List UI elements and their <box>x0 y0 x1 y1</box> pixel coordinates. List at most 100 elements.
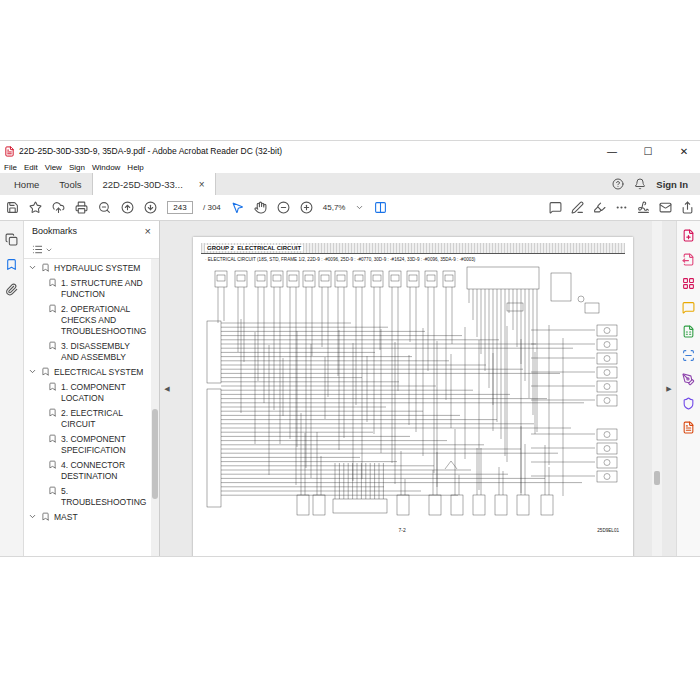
tab-bar: HomeTools22D-25D-30D-33...× Sign In <box>0 173 700 195</box>
tab[interactable]: 22D-25D-30D-33...× <box>92 173 216 195</box>
window-control[interactable]: ☐ <box>632 146 664 157</box>
zoom-value[interactable]: 45,7% <box>323 203 346 212</box>
bookmark-icon <box>48 304 57 313</box>
zoom-dropdown-icon[interactable] <box>355 203 364 212</box>
organize-pages-icon[interactable] <box>682 277 695 290</box>
pdf-icon <box>4 146 15 157</box>
pages-icon[interactable] <box>5 233 18 246</box>
mail-icon[interactable] <box>659 201 672 214</box>
pdf-page: GROUP 2 ELECTRICAL CIRCUIT· ELECTRICAL C… <box>193 237 633 556</box>
bookmark-icon <box>48 341 57 350</box>
create-pdf-icon[interactable] <box>682 229 695 242</box>
bookmark-item[interactable]: 2. OPERATIONAL CHECKS AND TROUBLESHOOTIN… <box>24 302 151 339</box>
bookmark-group[interactable]: MAST <box>24 510 151 525</box>
signature-icon[interactable] <box>637 201 650 214</box>
top-margin <box>0 0 700 140</box>
bookmark-item[interactable]: 3. COMPONENT SPECIFICATION <box>24 432 151 458</box>
help-icon[interactable] <box>612 178 624 190</box>
left-strip <box>0 221 24 556</box>
bookmark-item[interactable]: 1. STRUCTURE AND FUNCTION <box>24 276 151 302</box>
tab[interactable]: Tools <box>49 173 91 195</box>
bookmarks-scrollbar[interactable] <box>151 259 159 556</box>
bookmarks-tools <box>24 241 159 259</box>
bookmark-item[interactable]: 3. DISASSEMBLY AND ASSEMBLY <box>24 339 151 365</box>
menu-item[interactable]: Edit <box>24 163 38 172</box>
dropdown-icon[interactable] <box>45 246 53 254</box>
document-scrollbar[interactable] <box>652 221 662 556</box>
protect-icon[interactable] <box>682 397 695 410</box>
more-icon[interactable] <box>615 201 628 214</box>
comment-icon[interactable] <box>682 301 695 314</box>
share-icon[interactable] <box>681 201 694 214</box>
bookmarks-header: Bookmarks× <box>24 221 159 241</box>
sign-in-button[interactable]: Sign In <box>656 179 688 190</box>
window-title: 22D-25D-30D-33D-9, 35DA-9.pdf - Adobe Ac… <box>19 146 592 156</box>
bottom-margin <box>0 557 700 700</box>
bookmark-icon <box>48 460 57 469</box>
edit-pdf-icon[interactable] <box>682 421 695 434</box>
pen-icon[interactable] <box>571 201 584 214</box>
document-area: ◀ GROUP 2 ELECTRICAL CIRCUIT· ELECTRICAL … <box>160 221 676 556</box>
expanded-chevron-icon[interactable] <box>28 367 37 376</box>
previous-page-icon[interactable] <box>121 201 134 214</box>
menu-item[interactable]: Help <box>127 163 143 172</box>
window-control[interactable]: — <box>596 146 628 157</box>
next-page-arrow[interactable]: ▶ <box>666 385 671 393</box>
list-icon[interactable] <box>32 244 43 255</box>
tab-close[interactable]: × <box>199 179 205 190</box>
window-control[interactable]: ✕ <box>668 146 700 157</box>
acrobat-window: 22D-25D-30D-33D-9, 35DA-9.pdf - Adobe Ac… <box>0 140 700 557</box>
search-icon[interactable] <box>98 201 111 214</box>
page-footer: 7-225D9EL01 <box>201 525 625 535</box>
bookmark-item[interactable]: 4. CONNECTOR DESTINATION <box>24 458 151 484</box>
bookmark-tree: HYDRAULIC SYSTEM1. STRUCTURE AND FUNCTIO… <box>24 259 151 556</box>
title-bar: 22D-25D-30D-33D-9, 35DA-9.pdf - Adobe Ac… <box>0 141 700 161</box>
page-header: GROUP 2 ELECTRICAL CIRCUIT <box>201 243 625 254</box>
hand-icon[interactable] <box>254 201 267 214</box>
attachment-icon[interactable] <box>5 283 18 296</box>
menu-item[interactable]: Sign <box>69 163 85 172</box>
star-icon[interactable] <box>29 201 42 214</box>
bell-icon[interactable] <box>634 178 646 190</box>
expanded-chevron-icon[interactable] <box>28 263 37 272</box>
expanded-chevron-icon[interactable] <box>28 512 37 521</box>
bookmark-icon <box>48 486 57 495</box>
prev-page-arrow[interactable]: ◀ <box>164 385 169 393</box>
bookmark-icon <box>41 367 50 376</box>
menu-item[interactable]: View <box>45 163 62 172</box>
panel-close[interactable]: × <box>145 225 151 237</box>
tab[interactable]: Home <box>4 173 49 195</box>
spreadsheet-icon[interactable] <box>682 325 695 338</box>
screenshot: 22D-25D-30D-33D-9, 35DA-9.pdf - Adobe Ac… <box>0 0 700 700</box>
schematic-drawing <box>201 263 625 525</box>
bookmark-item[interactable]: 5. TROUBLESHOOTING <box>24 484 151 510</box>
menu-item[interactable]: File <box>4 163 17 172</box>
page-fit-icon[interactable] <box>374 201 387 214</box>
zoom-in-icon[interactable] <box>300 201 313 214</box>
zoom-out-icon[interactable] <box>277 201 290 214</box>
export-pdf-icon[interactable] <box>682 253 695 266</box>
bookmark-icon <box>48 408 57 417</box>
comment-icon[interactable] <box>549 201 562 214</box>
menu-item[interactable]: Window <box>92 163 120 172</box>
highlighter-icon[interactable] <box>593 201 606 214</box>
scan-icon[interactable] <box>682 349 695 362</box>
bookmark-item[interactable]: 1. COMPONENT LOCATION <box>24 380 151 406</box>
page-number: 7-2 <box>207 527 597 533</box>
bookmark-group[interactable]: HYDRAULIC SYSTEM <box>24 261 151 276</box>
tools-strip <box>676 221 700 556</box>
next-page-icon[interactable] <box>144 201 157 214</box>
upload-icon[interactable] <box>52 201 65 214</box>
fill-sign-icon[interactable] <box>682 373 695 386</box>
menu-bar: File Edit View Sign Window Help <box>0 161 700 173</box>
toolbar: 243/ 30445,7% <box>0 195 700 221</box>
cursor-icon[interactable] <box>231 201 244 214</box>
bookmark-item[interactable]: 2. ELECTRICAL CIRCUIT <box>24 406 151 432</box>
print-icon[interactable] <box>75 201 88 214</box>
page-input[interactable]: 243 <box>167 201 193 214</box>
save-icon[interactable] <box>6 201 19 214</box>
bookmark-icon <box>48 382 57 391</box>
bookmark-icon <box>41 263 50 272</box>
bookmark-group[interactable]: ELECTRICAL SYSTEM <box>24 365 151 380</box>
bookmark-icon[interactable] <box>5 258 18 271</box>
